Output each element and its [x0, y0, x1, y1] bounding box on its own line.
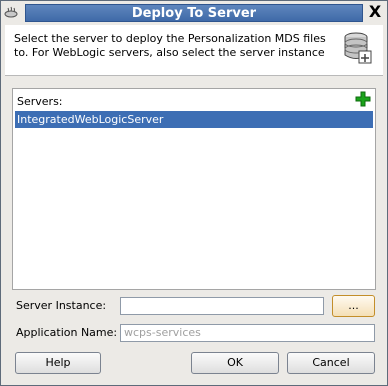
application-name-field[interactable]: wcps-services [120, 324, 375, 342]
cancel-button[interactable]: Cancel [287, 352, 375, 374]
dialog-header: Select the server to deploy the Personal… [5, 25, 383, 76]
ok-button[interactable]: OK [191, 352, 279, 374]
servers-list[interactable]: Servers: IntegratedWebLogicServer [12, 88, 376, 290]
coffee-cup-icon[interactable] [4, 5, 18, 19]
help-button[interactable]: Help [15, 352, 101, 374]
dialog-title: Deploy To Server [131, 6, 257, 21]
database-icon [344, 32, 372, 64]
help-button-label: Help [45, 356, 71, 369]
servers-label: Servers: [17, 95, 63, 108]
deploy-dialog: Deploy To Server X Select the server to … [0, 0, 388, 386]
browse-button[interactable]: ... [332, 295, 375, 317]
ok-button-label: OK [227, 356, 243, 369]
server-instance-label: Server Instance: [16, 299, 107, 312]
dialog-description: Select the server to deploy the Personal… [14, 32, 326, 59]
title-bar-fill: Deploy To Server [25, 4, 363, 22]
server-instance-field[interactable] [120, 297, 324, 315]
application-name-label: Application Name: [16, 326, 118, 339]
close-icon[interactable]: X [366, 3, 384, 21]
list-item-server[interactable]: IntegratedWebLogicServer [15, 111, 373, 128]
title-bar[interactable]: Deploy To Server X [1, 1, 387, 23]
cancel-button-label: Cancel [312, 356, 350, 369]
add-icon[interactable] [355, 91, 371, 107]
